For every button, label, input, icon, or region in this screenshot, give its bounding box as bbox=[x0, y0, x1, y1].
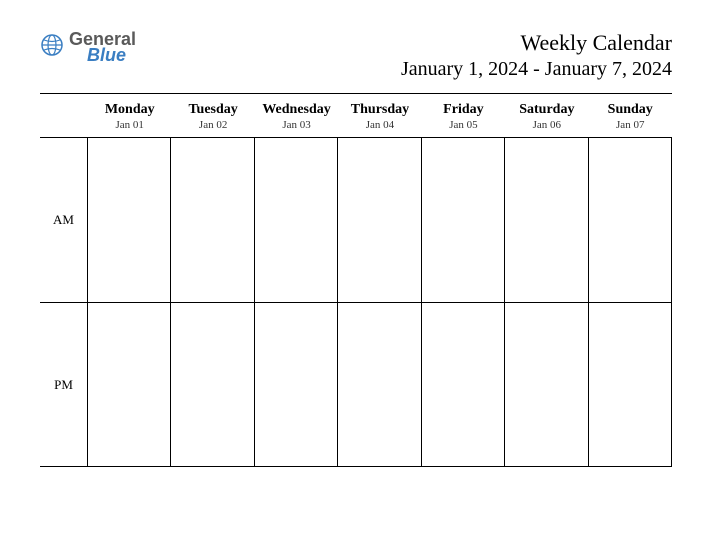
day-name: Saturday bbox=[505, 102, 588, 118]
day-header-thursday: Thursday Jan 04 bbox=[338, 102, 421, 131]
day-header-sunday: Sunday Jan 07 bbox=[589, 102, 672, 131]
day-name: Thursday bbox=[338, 102, 421, 118]
cell-pm-sat bbox=[505, 302, 588, 467]
calendar-grid: AM PM bbox=[40, 137, 672, 467]
cell-pm-sun bbox=[589, 302, 672, 467]
cell-pm-mon bbox=[88, 302, 171, 467]
cell-am-sun bbox=[589, 137, 672, 302]
cell-pm-thu bbox=[338, 302, 421, 467]
day-date: Jan 03 bbox=[255, 119, 338, 131]
spacer bbox=[40, 102, 88, 131]
cell-pm-fri bbox=[422, 302, 505, 467]
day-header-saturday: Saturday Jan 06 bbox=[505, 102, 588, 131]
logo: General Blue bbox=[40, 30, 136, 64]
logo-text-blue: Blue bbox=[87, 46, 136, 64]
period-label-am: AM bbox=[40, 137, 88, 302]
globe-icon bbox=[40, 33, 64, 62]
page-title: Weekly Calendar bbox=[401, 30, 672, 56]
cell-am-fri bbox=[422, 137, 505, 302]
period-label-pm: PM bbox=[40, 302, 88, 467]
cell-pm-wed bbox=[255, 302, 338, 467]
day-name: Friday bbox=[422, 102, 505, 118]
cell-am-tue bbox=[171, 137, 254, 302]
date-range: January 1, 2024 - January 7, 2024 bbox=[401, 58, 672, 81]
cell-pm-tue bbox=[171, 302, 254, 467]
cell-am-thu bbox=[338, 137, 421, 302]
header: General Blue Weekly Calendar January 1, … bbox=[40, 30, 672, 81]
day-name: Monday bbox=[88, 102, 171, 118]
day-name: Sunday bbox=[589, 102, 672, 118]
cell-am-wed bbox=[255, 137, 338, 302]
day-header-friday: Friday Jan 05 bbox=[422, 102, 505, 131]
day-header-tuesday: Tuesday Jan 02 bbox=[171, 102, 254, 131]
day-headers: Monday Jan 01 Tuesday Jan 02 Wednesday J… bbox=[40, 94, 672, 137]
cell-am-mon bbox=[88, 137, 171, 302]
day-date: Jan 01 bbox=[88, 119, 171, 131]
grid-row-am: AM bbox=[40, 137, 672, 302]
day-name: Tuesday bbox=[171, 102, 254, 118]
day-date: Jan 07 bbox=[589, 119, 672, 131]
day-header-wednesday: Wednesday Jan 03 bbox=[255, 102, 338, 131]
cell-am-sat bbox=[505, 137, 588, 302]
calendar: Monday Jan 01 Tuesday Jan 02 Wednesday J… bbox=[40, 93, 672, 467]
day-header-monday: Monday Jan 01 bbox=[88, 102, 171, 131]
day-date: Jan 06 bbox=[505, 119, 588, 131]
title-block: Weekly Calendar January 1, 2024 - Januar… bbox=[401, 30, 672, 81]
day-date: Jan 02 bbox=[171, 119, 254, 131]
day-name: Wednesday bbox=[255, 102, 338, 118]
grid-row-pm: PM bbox=[40, 302, 672, 467]
day-date: Jan 04 bbox=[338, 119, 421, 131]
day-date: Jan 05 bbox=[422, 119, 505, 131]
